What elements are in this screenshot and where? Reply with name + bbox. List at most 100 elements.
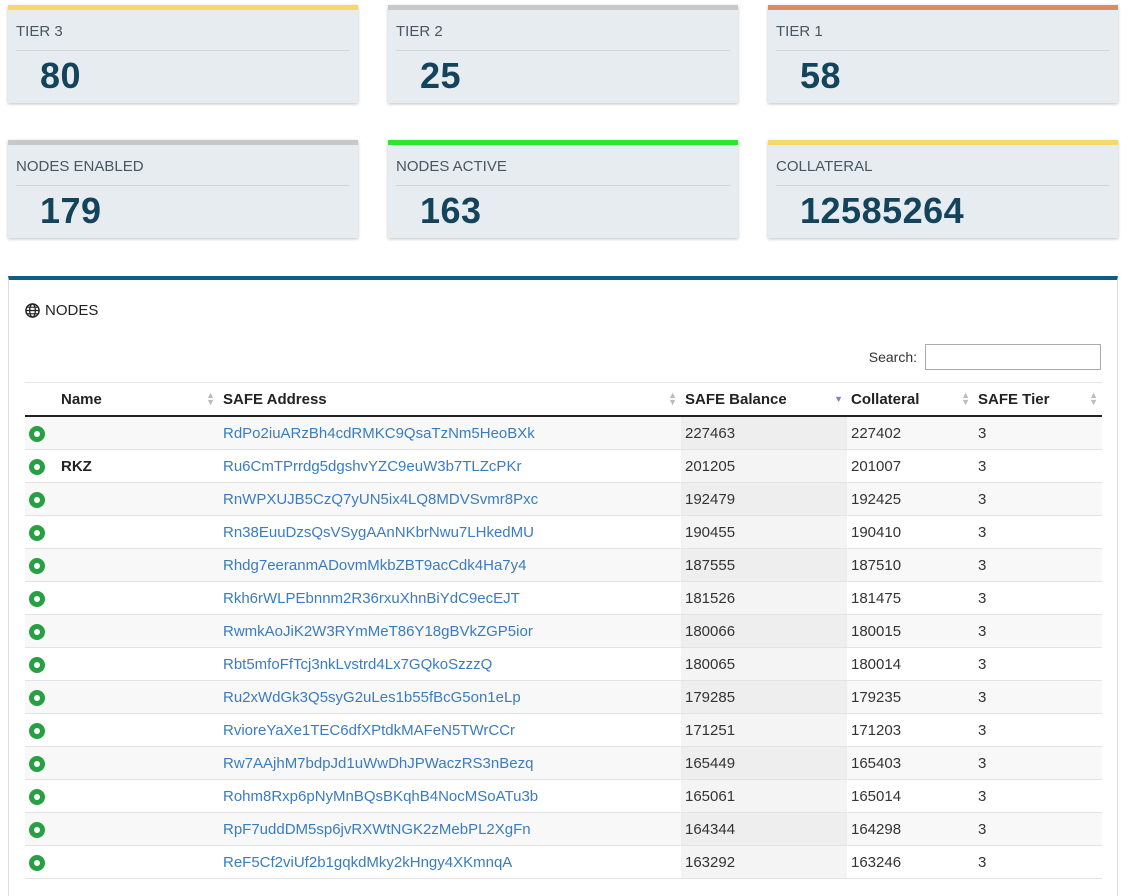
cell-address[interactable]: RdPo2iuARzBh4cdRMKC9QsaTzNm5HeoBXk (219, 416, 681, 450)
cell-collateral: 201007 (847, 449, 974, 483)
stat-value: 58 (800, 55, 842, 96)
table-row[interactable]: RKZ Ru6CmTPrrdg5dgshvYZC9euW3b7TLZcPKr 201… (25, 449, 1102, 483)
stat-label: NODES ACTIVE (396, 158, 507, 175)
table-row[interactable]: Rbt5mfoFfTcj3nkLvstrd4Lx7GQkoSzzzQ 180065… (25, 647, 1102, 681)
cell-address[interactable]: Rohm8Rxp6pNyMnBQsBKqhB4NocMSoATu3b (219, 779, 681, 813)
cell-tier: 3 (974, 548, 1102, 582)
cell-collateral: 190410 (847, 515, 974, 549)
column-collateral[interactable]: Collateral ▲ ▼ (847, 382, 974, 417)
stat-label: TIER 1 (776, 23, 823, 40)
stat-label: TIER 2 (396, 23, 443, 40)
cell-address[interactable]: Rn38EuuDzsQsVSygAAnNKbrNwu7LHkedMU (219, 515, 681, 549)
cell-status (25, 779, 57, 813)
divider (16, 50, 350, 51)
column-balance[interactable]: SAFE Balance ▼ (681, 382, 847, 417)
sort-icon: ▲ ▼ (668, 390, 677, 407)
sort-icon: ▲ ▼ (206, 390, 215, 407)
cell-collateral: 181475 (847, 581, 974, 615)
cell-tier: 3 (974, 647, 1102, 681)
column-status (25, 382, 57, 417)
cell-collateral: 164298 (847, 812, 974, 846)
cell-address[interactable]: Rhdg7eeranmADovmMkbZBT9acCdk4Ha7y4 (219, 548, 681, 582)
cell-balance: 190455 (681, 515, 847, 549)
search-input[interactable] (925, 344, 1101, 370)
column-label: SAFE Address (223, 390, 327, 408)
column-address[interactable]: SAFE Address ▲ ▼ (219, 382, 681, 417)
cell-balance: 192479 (681, 482, 847, 516)
status-active-icon (29, 557, 45, 574)
stat-tier-1: TIER 1 58 (768, 5, 1118, 103)
cell-collateral: 165014 (847, 779, 974, 813)
cell-name (57, 614, 219, 648)
cell-status (25, 515, 57, 549)
status-active-icon (29, 689, 45, 706)
cell-status (25, 416, 57, 450)
column-name[interactable]: Name ▲ ▼ (57, 382, 219, 417)
stat-value: 12585264 (800, 190, 965, 231)
cell-address[interactable]: RpF7uddDM5sp6jvRXWtNGK2zMebPL2XgFn (219, 812, 681, 846)
cell-collateral: 187510 (847, 548, 974, 582)
column-label: Name (61, 390, 102, 408)
cell-status (25, 647, 57, 681)
status-active-icon (29, 590, 45, 607)
table-row[interactable]: Rohm8Rxp6pNyMnBQsBKqhB4NocMSoATu3b 165061… (25, 779, 1102, 813)
cell-tier: 3 (974, 416, 1102, 450)
cell-status (25, 482, 57, 516)
cell-status (25, 713, 57, 747)
cell-balance: 181526 (681, 581, 847, 615)
cell-balance: 180066 (681, 614, 847, 648)
cell-balance: 201205 (681, 449, 847, 483)
status-active-icon (29, 755, 45, 772)
cell-balance: 165061 (681, 779, 847, 813)
cell-tier: 3 (974, 713, 1102, 747)
cell-collateral: 171203 (847, 713, 974, 747)
cell-name (57, 416, 219, 450)
cell-tier: 3 (974, 449, 1102, 483)
cell-address[interactable]: Ru6CmTPrrdg5dgshvYZC9euW3b7TLZcPKr (219, 449, 681, 483)
column-label: SAFE Balance (685, 390, 787, 408)
cell-address[interactable]: RnWPXUJB5CzQ7yUN5ix4LQ8MDVSvmr8Pxc (219, 482, 681, 516)
cell-address[interactable]: RwmkAoJiK2W3RYmMeT86Y18gBVkZGP5ior (219, 614, 681, 648)
stat-label: TIER 3 (16, 23, 63, 40)
cell-collateral: 192425 (847, 482, 974, 516)
table-row[interactable]: Rhdg7eeranmADovmMkbZBT9acCdk4Ha7y4 187555… (25, 548, 1102, 582)
table-header: Name ▲ ▼ SAFE Address ▲ ▼ SAFE Balance ▼ Coll… (25, 382, 1102, 417)
status-active-icon (29, 854, 45, 871)
cell-tier: 3 (974, 812, 1102, 846)
cell-address[interactable]: Rw7AAjhM7bdpJd1uWwDhJPWaczRS3nBezq (219, 746, 681, 780)
status-active-icon (29, 458, 45, 475)
cell-status (25, 548, 57, 582)
stat-label: COLLATERAL (776, 158, 873, 175)
cell-balance: 227463 (681, 416, 847, 450)
table-row[interactable]: Rkh6rWLPEbnnm2R36rxuXhnBiYdC9ecEJT 181526… (25, 581, 1102, 615)
cell-collateral: 165403 (847, 746, 974, 780)
sort-icon: ▲ ▼ (961, 390, 970, 407)
cell-address[interactable]: RvioreYaXe1TEC6dfXPtdkMAFeN5TWrCCr (219, 713, 681, 747)
status-active-icon (29, 491, 45, 508)
cell-tier: 3 (974, 581, 1102, 615)
cell-status (25, 746, 57, 780)
cell-status (25, 449, 57, 483)
column-label: SAFE Tier (978, 390, 1050, 408)
cell-tier: 3 (974, 614, 1102, 648)
stat-label: NODES ENABLED (16, 158, 144, 175)
cell-address[interactable]: Rkh6rWLPEbnnm2R36rxuXhnBiYdC9ecEJT (219, 581, 681, 615)
stat-value: 80 (40, 55, 82, 96)
divider (16, 185, 350, 186)
cell-status (25, 614, 57, 648)
table-row[interactable]: RwmkAoJiK2W3RYmMeT86Y18gBVkZGP5ior 180066… (25, 614, 1102, 648)
cell-name (57, 647, 219, 681)
table-row[interactable]: RvioreYaXe1TEC6dfXPtdkMAFeN5TWrCCr 171251… (25, 713, 1102, 747)
status-active-icon (29, 524, 45, 541)
table-row[interactable]: RdPo2iuARzBh4cdRMKC9QsaTzNm5HeoBXk 227463… (25, 416, 1102, 450)
table-row[interactable]: Rw7AAjhM7bdpJd1uWwDhJPWaczRS3nBezq 165449… (25, 746, 1102, 780)
table-row[interactable]: Rn38EuuDzsQsVSygAAnNKbrNwu7LHkedMU 190455… (25, 515, 1102, 549)
table-row[interactable]: RpF7uddDM5sp6jvRXWtNGK2zMebPL2XgFn 164344… (25, 812, 1102, 846)
cell-address[interactable]: Rbt5mfoFfTcj3nkLvstrd4Lx7GQkoSzzzQ (219, 647, 681, 681)
column-tier[interactable]: SAFE Tier ▲ ▼ (974, 382, 1102, 417)
cell-address[interactable]: Ru2xWdGk3Q5syG2uLes1b55fBcG5on1eLp (219, 680, 681, 714)
cell-name (57, 548, 219, 582)
table-row[interactable]: Ru2xWdGk3Q5syG2uLes1b55fBcG5on1eLp 179285… (25, 680, 1102, 714)
cell-collateral: 180014 (847, 647, 974, 681)
table-row[interactable]: RnWPXUJB5CzQ7yUN5ix4LQ8MDVSvmr8Pxc 192479… (25, 482, 1102, 516)
